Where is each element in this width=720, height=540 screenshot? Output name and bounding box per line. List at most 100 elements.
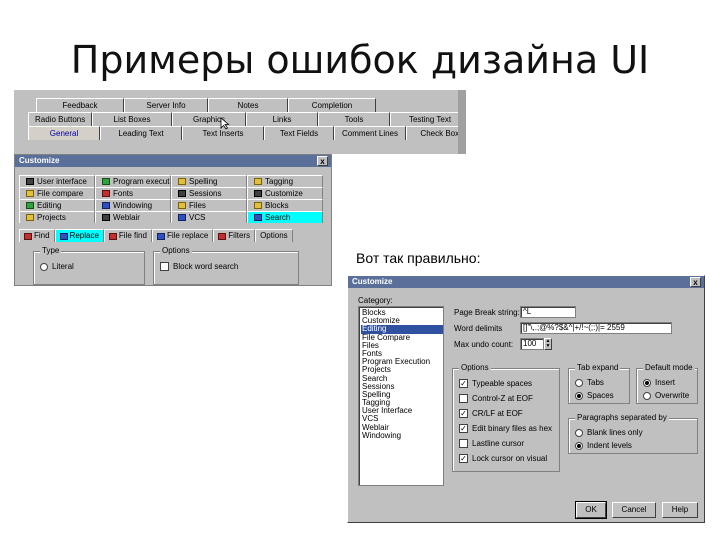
radio-icon (575, 378, 583, 387)
file-replace-icon (156, 232, 165, 240)
subtab-file-replace[interactable]: File replace (151, 229, 214, 242)
fonts-icon (102, 190, 110, 197)
checkbox-icon (459, 394, 468, 403)
tab-check-boxes[interactable]: Check Boxes (406, 126, 466, 140)
tab-testing-text[interactable]: Testing Text (390, 112, 466, 126)
category-tab-label: User interface (37, 177, 87, 186)
search-icon (254, 214, 262, 221)
tab-radio-buttons[interactable]: Radio Buttons (28, 112, 92, 126)
category-tab-weblair[interactable]: Weblair (95, 211, 171, 223)
list-item[interactable]: Windowing (361, 431, 443, 440)
scrollbar[interactable] (458, 90, 466, 154)
max-undo-spinner[interactable]: ▲ ▼ (544, 338, 552, 350)
literal-option[interactable]: Literal (40, 262, 74, 271)
radio-icon (575, 428, 583, 437)
options-group: Options Block word search (153, 246, 299, 285)
subtab-file-find[interactable]: File find (103, 229, 152, 242)
default-mode-insert[interactable]: Insert (643, 378, 675, 387)
option-lastline-cursor[interactable]: Lastline cursor (459, 439, 524, 448)
tab-tools[interactable]: Tools (318, 112, 390, 126)
default-mode-overwrite[interactable]: Overwrite (643, 391, 689, 400)
tab-comment-lines[interactable]: Comment Lines (334, 126, 406, 140)
tab-feedback[interactable]: Feedback (36, 98, 124, 112)
category-tab-file-compare[interactable]: File compare (19, 187, 95, 199)
tab-notes[interactable]: Notes (208, 98, 288, 112)
category-tab-windowing[interactable]: Windowing (95, 199, 171, 211)
word-delimits-input[interactable]: []"\,.;@%?$&^|+/!~(;:)|= 2559 (520, 322, 672, 334)
help-button[interactable]: Help (662, 502, 698, 518)
tab-links[interactable]: Links (246, 112, 318, 126)
category-tab-search[interactable]: Search (247, 211, 323, 223)
block-word-search-label: Block word search (173, 262, 239, 271)
subtab-label: Find (34, 231, 50, 240)
ok-button[interactable]: OK (575, 501, 607, 519)
option-cr-lf-at-eof[interactable]: ✓ CR/LF at EOF (459, 409, 523, 418)
vcs-icon (178, 214, 186, 221)
tab-server-info[interactable]: Server Info (124, 98, 208, 112)
category-tab-user-interface[interactable]: User interface (19, 175, 95, 187)
tab-row-3: General Leading Text Text Inserts Text Fiel… (28, 126, 466, 140)
max-undo-input[interactable]: 100 (520, 338, 544, 350)
tab-expand-spaces[interactable]: Spaces (575, 391, 614, 400)
option-typeable-spaces[interactable]: ✓ Typeable spaces (459, 379, 532, 388)
tab-expand-label: Tab expand (575, 363, 621, 372)
tab-graphics[interactable]: Graphics (172, 112, 246, 126)
category-tab-label: Program execution (113, 177, 170, 186)
radio-label: Tabs (587, 378, 604, 387)
category-tab-customize[interactable]: Customize (247, 187, 323, 199)
category-tab-label: Weblair (113, 213, 140, 222)
category-list[interactable]: Blocks Customize Editing File Compare Files F… (358, 306, 444, 486)
subtab-options[interactable]: Options (255, 229, 293, 242)
tab-general[interactable]: General (28, 126, 100, 140)
option-edit-binary-files-as-hex[interactable]: ✓ Edit binary files as hex (459, 424, 552, 433)
customize-window-good: Customize x Category: Blocks Customize Edi… (347, 275, 705, 523)
category-tab-sessions[interactable]: Sessions (171, 187, 247, 199)
tab-leading-text[interactable]: Leading Text (100, 126, 182, 140)
close-button[interactable]: x (317, 156, 328, 166)
category-tab-vcs[interactable]: VCS (171, 211, 247, 223)
subtab-label: File replace (166, 231, 209, 240)
type-group: Type Literal (33, 246, 145, 285)
tab-expand-tabs[interactable]: Tabs (575, 378, 604, 387)
mouse-cursor-icon (220, 117, 230, 130)
search-sub-tabs: Find Replace File find File replace Filters O… (19, 229, 293, 242)
category-tab-fonts[interactable]: Fonts (95, 187, 171, 199)
cancel-button[interactable]: Cancel (612, 502, 656, 518)
page-break-input[interactable]: ^L (520, 306, 576, 318)
category-tab-files[interactable]: Files (171, 199, 247, 211)
close-button[interactable]: x (690, 277, 701, 287)
category-tab-tagging[interactable]: Tagging (247, 175, 323, 187)
category-tab-label: VCS (189, 213, 206, 222)
window-titlebar: Customize x (348, 276, 704, 288)
word-delimits-label: Word delimits (454, 324, 503, 333)
option-label: CR/LF at EOF (472, 409, 523, 418)
paragraphs-indent-levels[interactable]: Indent levels (575, 441, 632, 450)
customize-icon (254, 190, 262, 197)
paragraphs-blank-lines-only[interactable]: Blank lines only (575, 428, 643, 437)
options-group-label: Options (160, 246, 192, 255)
customize-window-bad: Customize x User interface Program execut… (14, 154, 332, 286)
category-tab-program-execution[interactable]: Program execution (95, 175, 171, 187)
editing-icon (26, 202, 34, 209)
subtab-filters[interactable]: Filters (213, 229, 256, 242)
paragraphs-label: Paragraphs separated by (575, 413, 669, 422)
tab-strip-window: Feedback Server Info Notes Completion Radio… (14, 90, 466, 154)
subtab-replace[interactable]: Replace (54, 229, 104, 242)
option-lock-cursor-on-visual[interactable]: ✓ Lock cursor on visual (459, 454, 547, 463)
category-tab-label: Fonts (113, 189, 134, 198)
tab-expand-group: Tab expand Tabs Spaces (568, 363, 630, 404)
tab-completion[interactable]: Completion (288, 98, 376, 112)
option-control-z-at-eof[interactable]: Control-Z at EOF (459, 394, 533, 403)
radio-label: Spaces (587, 391, 614, 400)
category-tab-editing[interactable]: Editing (19, 199, 95, 211)
category-tab-label: Customize (265, 189, 303, 198)
tab-text-fields[interactable]: Text Fields (264, 126, 334, 140)
tab-list-boxes[interactable]: List Boxes (92, 112, 172, 126)
block-word-search-option[interactable]: Block word search (160, 262, 239, 272)
subtab-find[interactable]: Find (19, 229, 55, 242)
program-execution-icon (102, 178, 110, 185)
category-tab-projects[interactable]: Projects (19, 211, 95, 223)
category-tab-blocks[interactable]: Blocks (247, 199, 323, 211)
subtab-label: Replace (69, 231, 99, 240)
category-tab-spelling[interactable]: Spelling (171, 175, 247, 187)
